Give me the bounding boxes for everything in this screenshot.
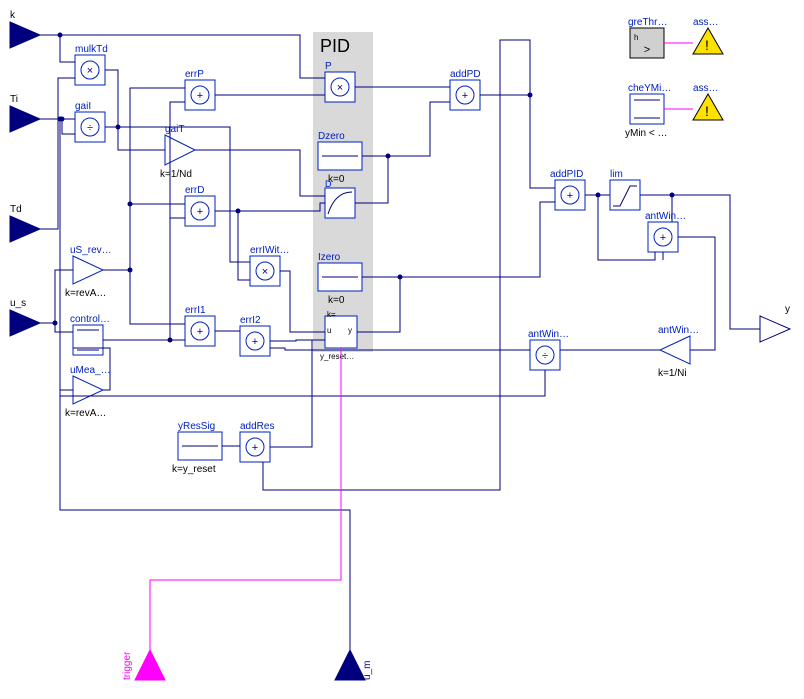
umea-label: uMea_…: [70, 365, 111, 376]
control-label: control…: [70, 314, 110, 325]
assert1-label: ass…: [693, 17, 719, 28]
antwingai-k: k=1/Ni: [658, 368, 687, 379]
port-trigger[interactable]: [135, 650, 165, 680]
port-us[interactable]: [10, 310, 40, 336]
svg-text:×: ×: [87, 65, 93, 77]
svg-text:k=: k=: [327, 310, 336, 319]
addpid-label: addPID: [550, 169, 583, 180]
wires: [40, 33, 760, 651]
port-y-label: y: [785, 304, 790, 315]
dzero-label: Dzero: [318, 131, 345, 142]
erri2-label: errI2: [240, 315, 261, 326]
izero-label: Izero: [318, 252, 341, 263]
block-cheymi[interactable]: [630, 94, 664, 124]
gait-label: gaiT: [165, 124, 184, 135]
umea-k: k=revA…: [65, 408, 106, 419]
d-label: D: [325, 179, 332, 189]
port-um-label: u_m: [362, 661, 373, 680]
port-trigger-label: trigger: [122, 651, 133, 680]
svg-text:u: u: [327, 326, 331, 335]
port-td-label: Td: [10, 204, 22, 215]
gait-k: k=1/Nd: [160, 169, 192, 180]
svg-text:÷: ÷: [87, 122, 93, 134]
svg-text:+: +: [197, 90, 203, 102]
antwinerr-label: antWin…: [645, 211, 686, 222]
svg-text:>: >: [644, 44, 650, 56]
block-usrev[interactable]: [73, 256, 103, 284]
addpd-label: addPD: [450, 69, 481, 80]
port-td[interactable]: [10, 216, 40, 242]
port-k[interactable]: [10, 22, 40, 48]
gaii-label: gaiI: [75, 101, 91, 112]
mulktd-label: mulkTd: [75, 44, 108, 55]
svg-text:+: +: [462, 90, 468, 102]
port-k-label: k: [10, 10, 16, 21]
izero-k: k=0: [328, 295, 345, 306]
port-us-label: u_s: [10, 298, 26, 309]
port-ti[interactable]: [10, 106, 40, 132]
svg-text:×: ×: [337, 82, 343, 94]
usrev-k: k=revA…: [65, 288, 106, 299]
block-umea[interactable]: [73, 376, 103, 404]
svg-text:+: +: [567, 190, 573, 202]
svg-text:y_reset…: y_reset…: [320, 352, 354, 361]
p-label: P: [325, 61, 332, 72]
svg-text:+: +: [660, 232, 666, 244]
svg-text:!: !: [705, 103, 709, 119]
erri1-label: errI1: [185, 305, 206, 316]
port-y[interactable]: [760, 316, 790, 342]
cheymi-k: yMin < …: [625, 128, 668, 139]
svg-text:+: +: [197, 206, 203, 218]
svg-text:+: +: [252, 442, 258, 454]
antwingai-label: antWin…: [658, 325, 699, 336]
port-ti-label: Ti: [10, 94, 18, 105]
svg-text:+: +: [252, 336, 258, 348]
svg-text:×: ×: [262, 266, 268, 278]
svg-text:y: y: [348, 326, 352, 335]
lim-label: lim: [610, 169, 623, 180]
svg-text:!: !: [705, 37, 709, 53]
port-um[interactable]: [335, 650, 365, 680]
pid-title: PID: [320, 36, 350, 56]
usrev-label: uS_rev…: [70, 245, 112, 256]
yressig-k: k=y_reset: [172, 464, 216, 475]
cheymi-label: cheYMi…: [628, 83, 671, 94]
svg-text:+: +: [197, 326, 203, 338]
yressig-label: yResSig: [178, 421, 215, 432]
erriwit-label: errIWit…: [250, 245, 289, 256]
assert2-label: ass…: [693, 83, 719, 94]
block-antwingai[interactable]: [660, 336, 690, 364]
svg-text:h: h: [634, 33, 638, 42]
addres-label: addRes: [240, 421, 274, 432]
errd-label: errD: [185, 185, 204, 196]
errp-label: errP: [185, 69, 204, 80]
svg-text:÷: ÷: [542, 350, 548, 362]
grethr-label: greThr…: [628, 17, 667, 28]
antwindiv-label: antWin…: [528, 329, 569, 340]
